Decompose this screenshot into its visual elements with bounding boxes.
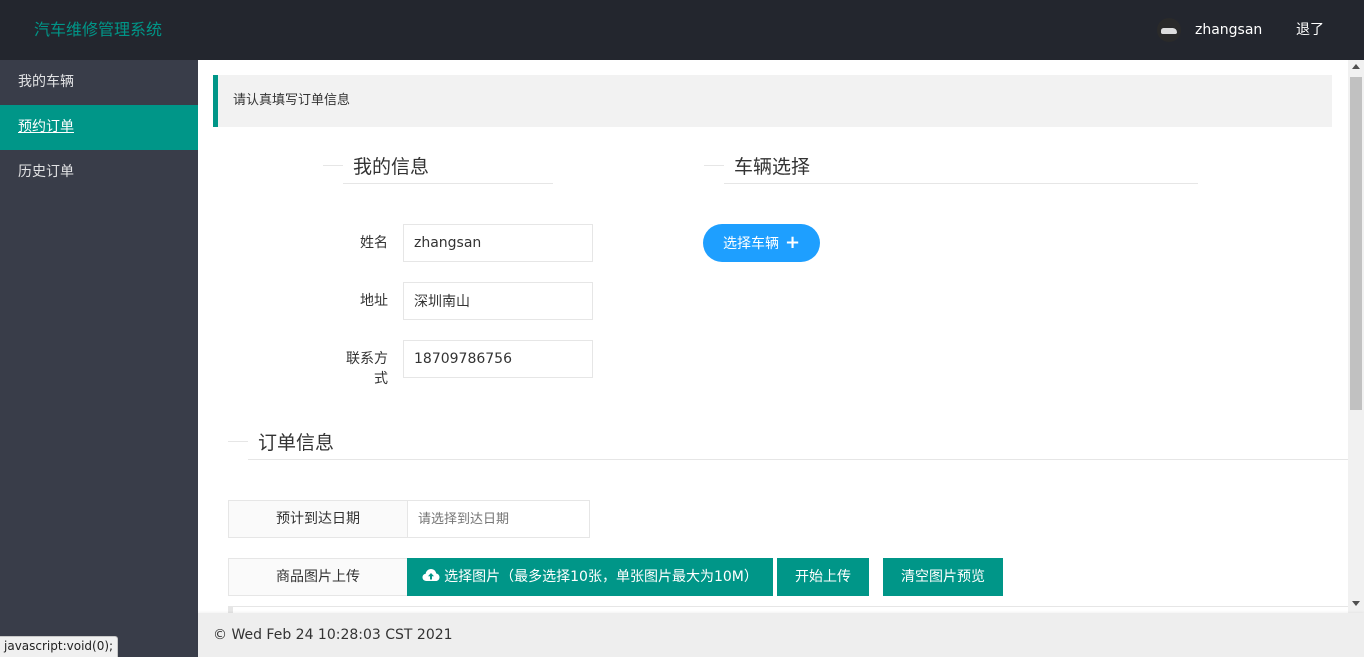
name-label: 姓名 [360,235,388,251]
footer-text: © Wed Feb 24 10:28:03 CST 2021 [213,627,453,643]
avatar[interactable] [1157,18,1181,42]
contact-field[interactable] [403,340,593,378]
legend-dash [228,441,248,442]
image-upload-label: 商品图片上传 [228,558,408,596]
vehicle-legend: 车辆选择 [704,154,1198,184]
logout-link[interactable]: 退了 [1296,20,1324,40]
name-field[interactable] [403,224,593,262]
address-field[interactable] [403,282,593,320]
my-info-legend: 我的信息 [323,154,553,184]
select-vehicle-label: 选择车辆 [722,236,779,252]
address-label: 地址 [360,293,388,309]
car-icon [1161,28,1177,34]
arrival-date-label: 预计到达日期 [228,500,408,538]
sidebar-item-my-vehicles[interactable]: 我的车辆 [0,60,198,105]
image-preview-area [228,606,1348,613]
arrival-date-input[interactable] [408,500,590,538]
cloud-upload-icon [422,569,440,581]
notice-text: 请认真填写订单信息 [233,93,351,108]
vehicle-title: 车辆选择 [734,156,811,178]
my-info-title: 我的信息 [353,156,430,178]
scroll-down-arrow-icon[interactable] [1352,601,1360,606]
plus-icon: + [784,232,801,253]
notice-box: 请认真填写订单信息 [213,75,1332,127]
sidebar-item-book-order[interactable]: 预约订单 [0,105,198,150]
sidebar-item-order-history[interactable]: 历史订单 [0,150,198,195]
clear-preview-button[interactable]: 清空图片预览 [883,558,1003,596]
username[interactable]: zhangsan [1195,20,1262,40]
scroll-thumb[interactable] [1350,77,1362,410]
vertical-scrollbar[interactable] [1348,60,1364,613]
choose-images-label: 选择图片（最多选择10张，单张图片最大为10M） [444,569,758,585]
footer: © Wed Feb 24 10:28:03 CST 2021 [198,613,1364,657]
select-vehicle-button[interactable]: 选择车辆 + [703,224,820,262]
legend-dash [323,165,343,166]
sidebar: 我的车辆 预约订单 历史订单 [0,60,198,657]
legend-dash [704,165,724,166]
main-content: 请认真填写订单信息 我的信息 车辆选择 姓名 地址 联系方式 选择车辆 + 订单信… [198,60,1348,613]
browser-status-bar: javascript:void(0); [0,636,119,657]
order-info-title: 订单信息 [258,432,335,454]
scroll-up-arrow-icon[interactable] [1352,64,1360,69]
app-logo[interactable]: 汽车维修管理系统 [34,18,162,42]
choose-images-button[interactable]: 选择图片（最多选择10张，单张图片最大为10M） [407,558,773,596]
top-header: 汽车维修管理系统 zhangsan 退了 [0,0,1364,60]
contact-label: 联系方式 [346,351,388,387]
order-info-legend: 订单信息 [228,430,1348,460]
start-upload-button[interactable]: 开始上传 [777,558,869,596]
